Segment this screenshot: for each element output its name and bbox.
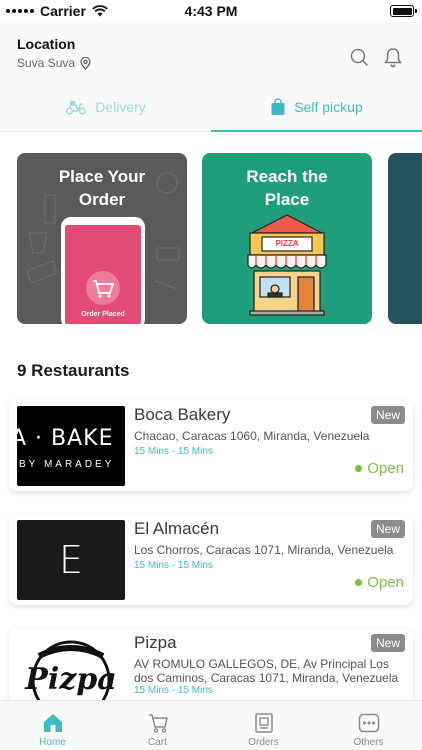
restaurant-name: El Almacén bbox=[134, 519, 220, 538]
nav-others[interactable]: Others bbox=[316, 701, 421, 750]
delivery-time: 15 Mins - 15 Mins bbox=[134, 446, 213, 457]
location-title: Location bbox=[17, 36, 76, 52]
orders-icon bbox=[254, 713, 273, 733]
restaurant-card[interactable]: E El Almacén Los Chorros, Caracas 1071, … bbox=[9, 514, 413, 605]
tab-self-pickup-label: Self pickup bbox=[294, 99, 363, 115]
nav-cart[interactable]: Cart bbox=[105, 701, 210, 750]
restaurant-card[interactable]: A · BAKE BY MARADEY Boca Bakery Chacao, … bbox=[9, 400, 413, 491]
status-dot-icon bbox=[355, 465, 363, 472]
location-pin-icon bbox=[80, 56, 91, 70]
order-mode-tabs: Delivery Self pickup bbox=[0, 82, 422, 132]
phone-caption: Order Placed bbox=[81, 311, 125, 318]
restaurant-name: Boca Bakery bbox=[134, 405, 231, 424]
banner-place-order[interactable]: Place Your Order Order Placed bbox=[17, 153, 187, 324]
new-badge: New bbox=[370, 520, 405, 538]
battery-icon bbox=[390, 5, 417, 17]
active-tab-indicator bbox=[211, 130, 422, 132]
delivery-time: 15 Mins - 15 Mins bbox=[134, 685, 213, 696]
tab-delivery[interactable]: Delivery bbox=[0, 82, 211, 132]
scooter-icon bbox=[66, 101, 87, 115]
bottom-tab-bar: Home Cart Orders Others bbox=[0, 700, 422, 750]
restaurant-address: Los Chorros, Caracas 1071, Miranda, Vene… bbox=[134, 543, 394, 557]
open-status: Open bbox=[355, 574, 404, 591]
delivery-time: 15 Mins - 15 Mins bbox=[134, 560, 213, 571]
restaurant-logo: E bbox=[17, 520, 125, 600]
banner-reach-place[interactable]: Reach the Place PIZZA bbox=[202, 153, 372, 324]
open-status: Open bbox=[355, 460, 404, 477]
bell-icon[interactable] bbox=[382, 46, 404, 68]
shopping-bag-icon bbox=[271, 98, 285, 115]
store-sign-text: PIZZA bbox=[275, 239, 299, 248]
tab-self-pickup[interactable]: Self pickup bbox=[211, 82, 422, 132]
restaurant-count-heading: 9 Restaurants bbox=[17, 361, 130, 380]
status-dot-icon bbox=[355, 579, 363, 586]
tab-delivery-label: Delivery bbox=[95, 99, 146, 115]
nav-home[interactable]: Home bbox=[0, 701, 105, 750]
clock: 4:43 PM bbox=[184, 3, 238, 19]
restaurant-address: Chacao, Caracas 1060, Miranda, Venezuela bbox=[134, 429, 370, 443]
new-badge: New bbox=[370, 634, 405, 652]
restaurant-address: AV ROMULO GALLEGOS, DE, Av Principal Los… bbox=[134, 657, 399, 685]
status-bar: Carrier 4:43 PM bbox=[0, 0, 422, 22]
cart-icon bbox=[148, 714, 168, 733]
others-icon bbox=[358, 713, 379, 733]
location-selector[interactable]: Suva Suva bbox=[17, 56, 91, 70]
banner-next[interactable] bbox=[388, 153, 422, 324]
nav-orders[interactable]: Orders bbox=[211, 701, 316, 750]
promo-carousel[interactable]: Place Your Order Order Placed Reach the bbox=[0, 153, 422, 325]
banner-place-order-title: Place Your Order bbox=[58, 167, 146, 209]
location-value: Suva Suva bbox=[17, 56, 76, 70]
restaurant-name: Pizpa bbox=[134, 633, 177, 652]
home-icon bbox=[43, 714, 62, 732]
search-icon[interactable] bbox=[348, 46, 370, 68]
new-badge: New bbox=[370, 406, 405, 424]
app-header: Location Suva Suva bbox=[0, 22, 422, 82]
banner-reach-place-title: Reach the Place bbox=[246, 167, 328, 209]
restaurant-logo: A · BAKE BY MARADEY bbox=[17, 406, 125, 486]
